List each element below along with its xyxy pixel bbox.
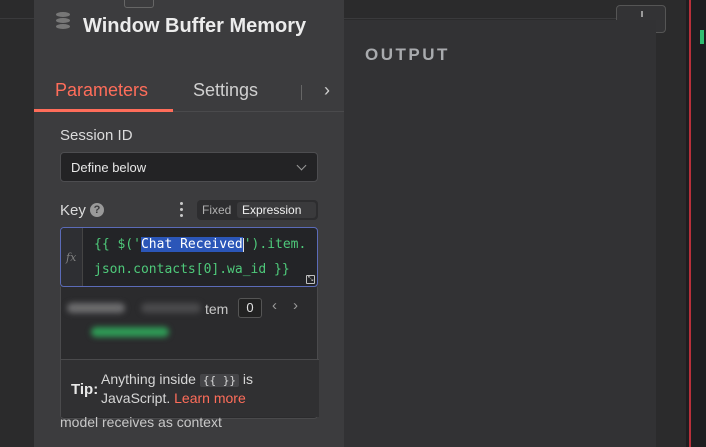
key-label: Key bbox=[60, 202, 86, 219]
database-icon bbox=[54, 12, 72, 32]
active-tab-indicator bbox=[34, 109, 173, 112]
node-title[interactable]: Window Buffer Memory bbox=[83, 14, 313, 39]
canvas-edge-line bbox=[689, 0, 691, 447]
expression-selection: Chat Received bbox=[140, 237, 243, 252]
session-id-select[interactable]: Define below bbox=[60, 152, 318, 182]
fx-gutter: fx bbox=[61, 228, 83, 286]
item-label: tem bbox=[205, 301, 229, 317]
parameter-hint: model receives as context bbox=[60, 414, 222, 430]
tip-label: Tip: bbox=[71, 381, 99, 398]
session-id-select-value: Define below bbox=[71, 160, 147, 175]
tip-text-after: is bbox=[242, 371, 253, 387]
session-id-label: Session ID bbox=[60, 127, 133, 144]
expression-result-preview: tem 0 ‹ › Tip: Anything inside {{ }} is … bbox=[60, 287, 319, 419]
node-header-handle bbox=[124, 0, 154, 8]
key-expression-editor[interactable]: fx {{ $('Chat Received').item. json.cont… bbox=[60, 227, 318, 287]
chevron-left-icon[interactable]: ‹ bbox=[272, 297, 277, 314]
expression-suffix: ').item. bbox=[243, 237, 307, 252]
redacted-value bbox=[91, 327, 169, 337]
tab-parameters[interactable]: Parameters bbox=[55, 80, 148, 101]
fx-icon: fx bbox=[66, 251, 77, 264]
help-icon[interactable]: ? bbox=[90, 203, 104, 217]
redacted-text bbox=[67, 303, 125, 313]
expression-prefix: {{ $(' bbox=[94, 237, 141, 252]
panel-tabs: Parameters Settings › bbox=[34, 80, 344, 112]
expression-line-1[interactable]: {{ $('Chat Received').item. bbox=[94, 237, 306, 252]
expression-line-2[interactable]: json.contacts[0].wa_id }} bbox=[94, 262, 290, 277]
tip-text-before: Anything inside bbox=[101, 371, 196, 387]
chevron-down-icon bbox=[296, 160, 307, 171]
item-index-input[interactable]: 0 bbox=[238, 298, 262, 318]
chevron-right-icon[interactable]: › bbox=[293, 297, 298, 314]
tip-code: {{ }} bbox=[199, 374, 239, 387]
mode-fixed-option[interactable]: Fixed bbox=[202, 203, 231, 217]
tip-box: Tip: Anything inside {{ }} is JavaScript… bbox=[61, 359, 319, 417]
fixed-expression-toggle: Fixed Expression bbox=[197, 200, 318, 220]
redacted-text bbox=[141, 303, 201, 313]
tip-text-line-1: Anything inside {{ }} is bbox=[101, 371, 253, 387]
parameters-panel: Window Buffer Memory Parameters Settings… bbox=[34, 0, 344, 447]
kebab-menu-icon[interactable] bbox=[180, 202, 184, 218]
tip-text-line-2: JavaScript. Learn more bbox=[101, 390, 246, 406]
output-panel: OUTPUT bbox=[344, 20, 656, 447]
output-title: OUTPUT bbox=[365, 45, 450, 64]
connection-indicator bbox=[700, 30, 704, 44]
mode-expression-option[interactable]: Expression bbox=[237, 202, 316, 218]
learn-more-link[interactable]: Learn more bbox=[174, 390, 246, 406]
expand-icon[interactable]: ⤡ bbox=[306, 275, 315, 284]
chevron-right-icon[interactable]: › bbox=[324, 80, 330, 101]
tab-divider bbox=[301, 85, 302, 100]
tip-text-js: JavaScript. bbox=[101, 390, 171, 406]
tab-settings[interactable]: Settings bbox=[193, 80, 258, 101]
